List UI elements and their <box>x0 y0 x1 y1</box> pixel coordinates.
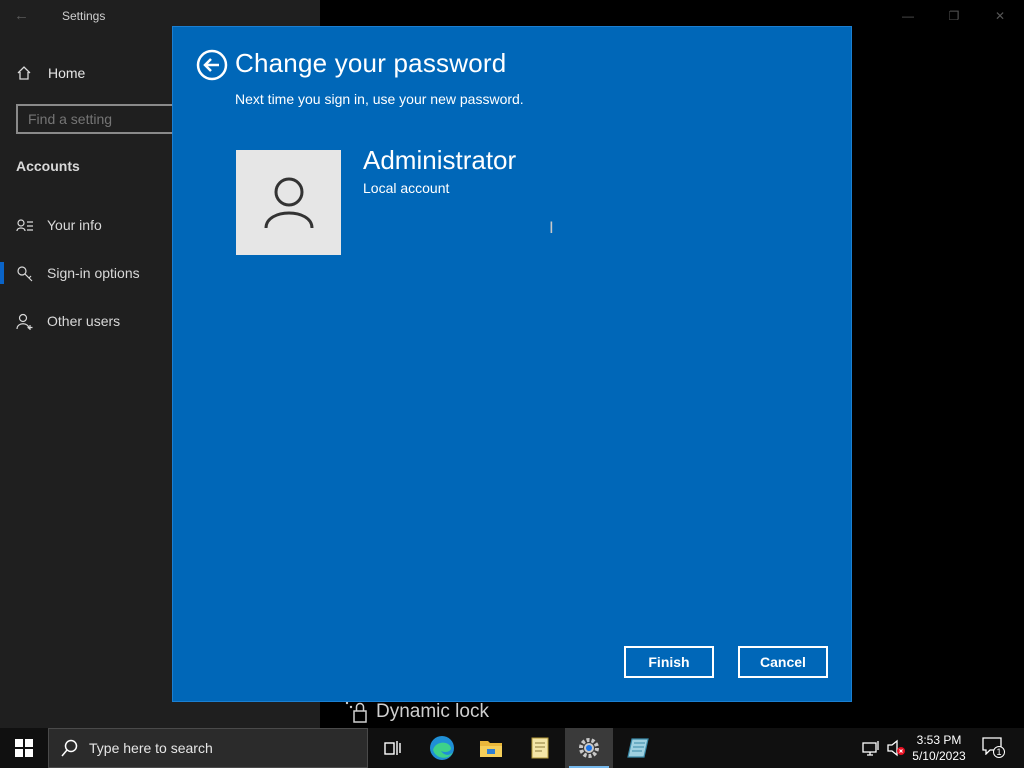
task-view-button[interactable] <box>368 728 416 768</box>
nav-home[interactable]: Home <box>16 62 85 84</box>
notepad-icon <box>531 737 549 759</box>
person-icon <box>264 177 313 228</box>
edge-button[interactable] <box>418 728 466 768</box>
home-icon <box>17 66 31 80</box>
account-name: Administrator <box>363 145 517 175</box>
dynamic-lock-label: Dynamic lock <box>376 701 489 722</box>
edge-icon <box>430 736 454 760</box>
sidebar-item-label: Other users <box>47 313 121 329</box>
volume-muted-icon[interactable] <box>886 738 906 758</box>
close-icon[interactable]: ✕ <box>990 6 1010 26</box>
back-circle-icon[interactable] <box>196 49 228 81</box>
change-password-dialog: Change your password Next time you sign … <box>172 26 852 702</box>
person-add-icon <box>16 313 33 330</box>
account-type: Local account <box>363 180 450 196</box>
person-card-icon <box>16 219 33 232</box>
app-icon <box>627 738 649 758</box>
task-view-icon <box>384 741 401 755</box>
taskbar: Type here to search 3:53 PM 5/10/2023 1 <box>0 728 1024 768</box>
section-heading-accounts: Accounts <box>16 158 80 174</box>
settings-gear-icon <box>579 738 599 758</box>
windows-logo-icon <box>15 739 33 757</box>
sidebar-item-your-info[interactable]: Your info <box>0 210 172 240</box>
window-title: Settings <box>62 9 106 23</box>
dynamic-lock-heading: Dynamic lock <box>344 700 489 724</box>
cancel-button[interactable]: Cancel <box>738 646 828 678</box>
find-setting-input[interactable] <box>16 104 186 134</box>
action-center-button[interactable]: 1 <box>982 737 1005 759</box>
dialog-title: Change your password <box>235 48 507 78</box>
app-button[interactable] <box>614 728 662 768</box>
finish-button[interactable]: Finish <box>624 646 714 678</box>
dynamic-lock-icon <box>345 701 367 723</box>
sidebar-item-other-users[interactable]: Other users <box>0 306 172 336</box>
minimize-icon[interactable]: — <box>898 6 918 26</box>
sidebar-item-sign-in-options[interactable]: Sign-in options <box>0 258 172 288</box>
nav-home-label: Home <box>48 65 86 81</box>
back-arrow-icon[interactable]: ← <box>14 8 32 24</box>
settings-button[interactable] <box>565 728 613 768</box>
file-explorer-button[interactable] <box>467 728 515 768</box>
clock[interactable]: 3:53 PM 5/10/2023 <box>906 732 972 764</box>
avatar <box>236 150 341 255</box>
key-icon <box>17 266 33 282</box>
notepad-button[interactable] <box>516 728 564 768</box>
taskbar-search-placeholder: Type here to search <box>89 740 213 756</box>
taskbar-search-box[interactable]: Type here to search <box>48 728 368 768</box>
notification-count-badge: 1 <box>993 746 1005 758</box>
file-explorer-icon <box>480 741 502 757</box>
text-cursor-icon: Ⅰ <box>549 220 554 237</box>
clock-time: 3:53 PM <box>916 733 962 747</box>
network-icon[interactable] <box>861 738 881 758</box>
clock-date: 5/10/2023 <box>912 749 966 763</box>
search-icon <box>61 739 78 757</box>
dialog-subtitle: Next time you sign in, use your new pass… <box>235 91 524 107</box>
sidebar-item-label: Sign-in options <box>47 265 140 281</box>
maximize-icon[interactable]: ❐ <box>944 6 964 26</box>
sidebar-item-label: Your info <box>47 217 102 233</box>
start-button[interactable] <box>0 728 48 768</box>
